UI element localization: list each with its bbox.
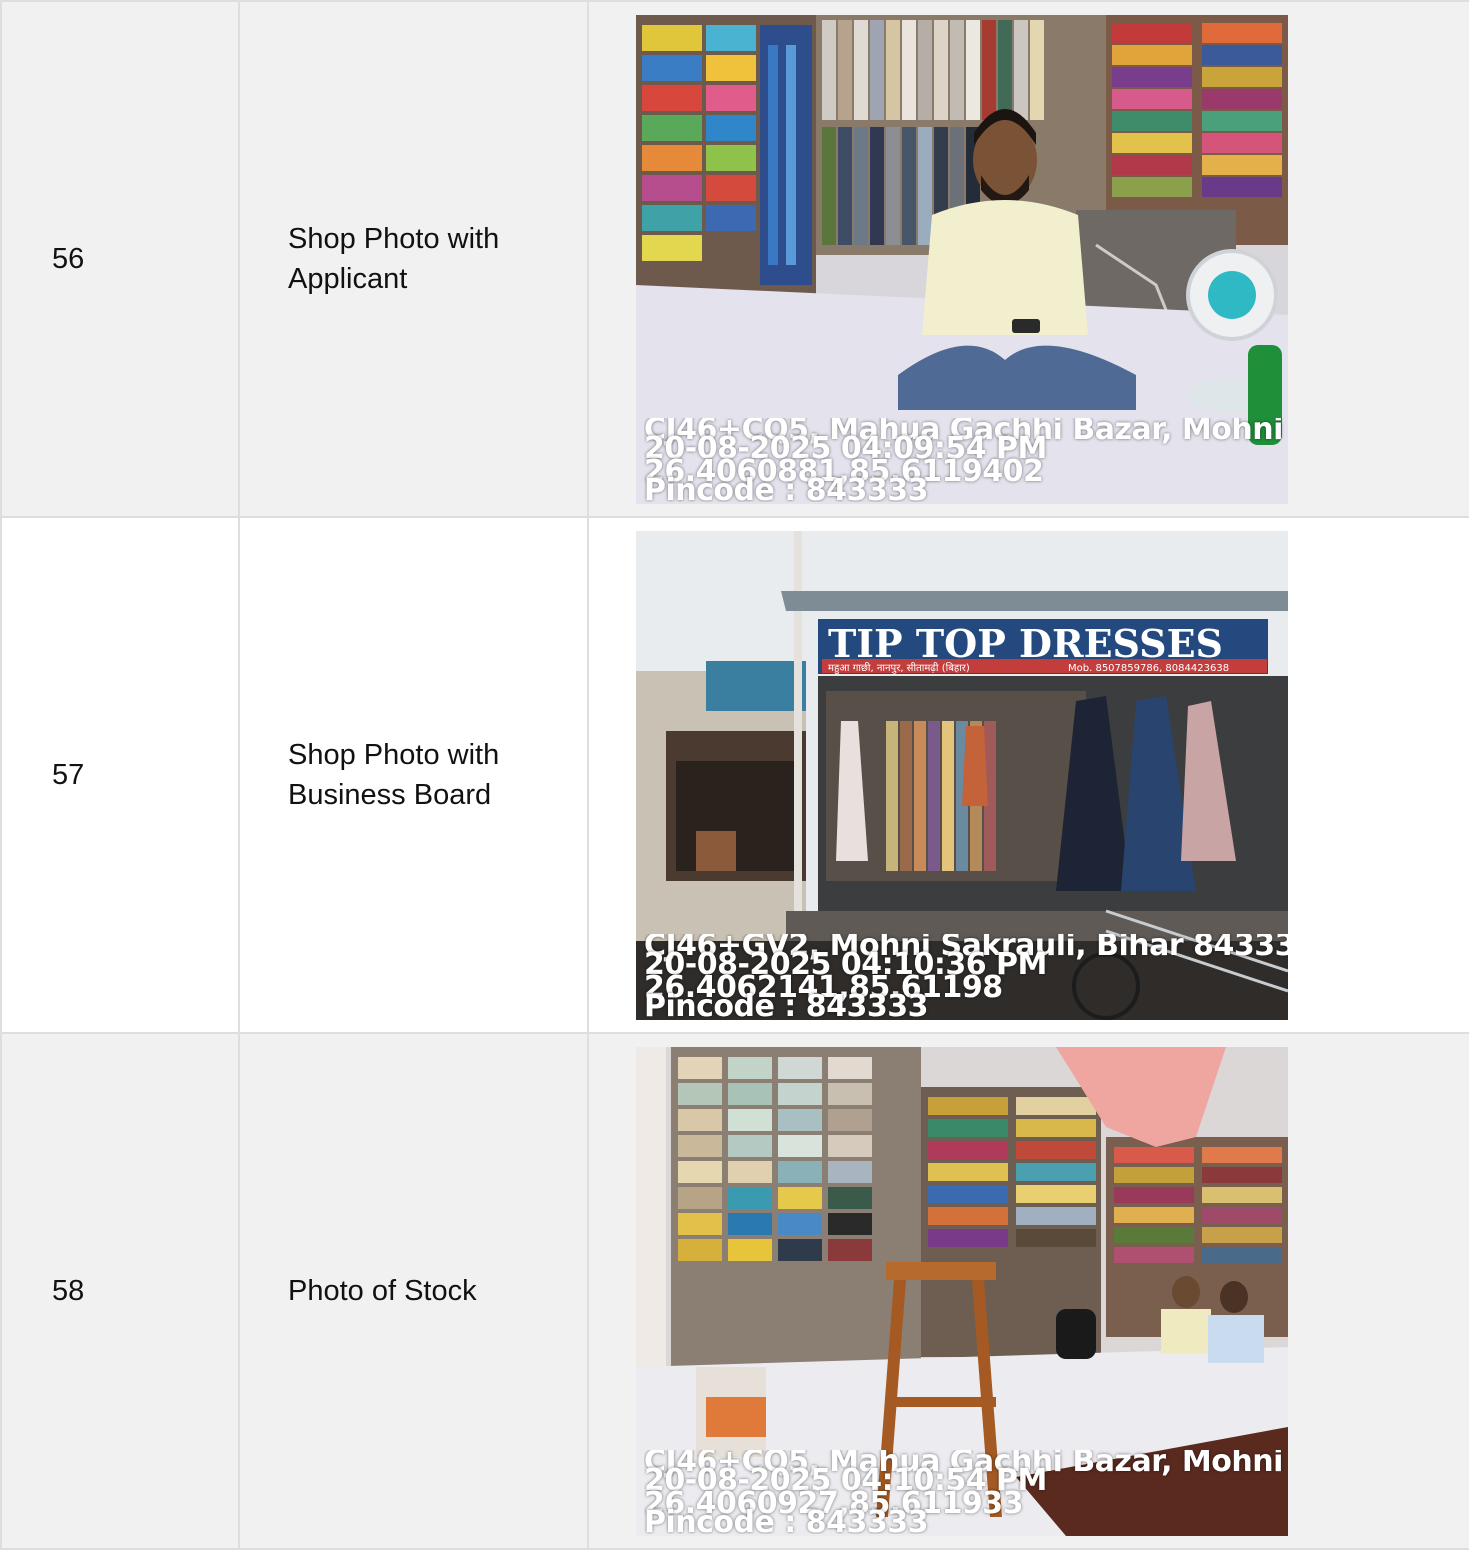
row-number: 56 xyxy=(0,0,240,518)
shop-photo-with-applicant: CJ46+CQ5, Mahua Gachhi Bazar, Mohni Sak … xyxy=(636,14,1288,504)
row-number: 58 xyxy=(0,1032,240,1550)
signboard-title: TIP TOP DRESSES xyxy=(828,621,1223,666)
row-number: 57 xyxy=(0,516,240,1034)
row-label: Photo of Stock xyxy=(238,1032,589,1550)
row-label: Shop Photo with Business Board xyxy=(238,516,589,1034)
table-row: 58 Photo of Stock CJ46+CQ5, Mahua Gachhi… xyxy=(0,1032,1469,1550)
photo-cell: CJ46+CQ5, Mahua Gachhi Bazar, Mohni Sak … xyxy=(587,0,1469,518)
table-row: 56 Shop Photo with Applicant CJ46+CQ5, M… xyxy=(0,0,1469,518)
photo-cell: TIP TOP DRESSES महुआ गाछी, नानपुर, सीताम… xyxy=(587,516,1469,1034)
photo-of-stock: CJ46+CQ5, Mahua Gachhi Bazar, Mohni Sak … xyxy=(636,1046,1288,1536)
row-label: Shop Photo with Applicant xyxy=(238,0,589,518)
photo-stamp: CJ46+CQ5, Mahua Gachhi Bazar, Mohni Sak … xyxy=(644,1450,1288,1534)
signboard-subtitle: महुआ गाछी, नानपुर, सीतामढ़ी (बिहार) xyxy=(828,662,970,675)
photo-stamp: CJ46+CQ5, Mahua Gachhi Bazar, Mohni Sak … xyxy=(644,418,1288,502)
photo-cell: CJ46+CQ5, Mahua Gachhi Bazar, Mohni Sak … xyxy=(587,1032,1469,1550)
table-row: 57 Shop Photo with Business Board TIP TO… xyxy=(0,516,1469,1034)
document-table: 56 Shop Photo with Applicant CJ46+CQ5, M… xyxy=(0,0,1469,1550)
shop-photo-with-business-board: TIP TOP DRESSES महुआ गाछी, नानपुर, सीताम… xyxy=(636,530,1288,1020)
signboard-phone: Mob. 8507859786, 8084423638 xyxy=(1068,663,1229,674)
photo-stamp: CJ46+GV2, Mohni Sakrauli, Bihar 843333, … xyxy=(644,934,1288,1018)
